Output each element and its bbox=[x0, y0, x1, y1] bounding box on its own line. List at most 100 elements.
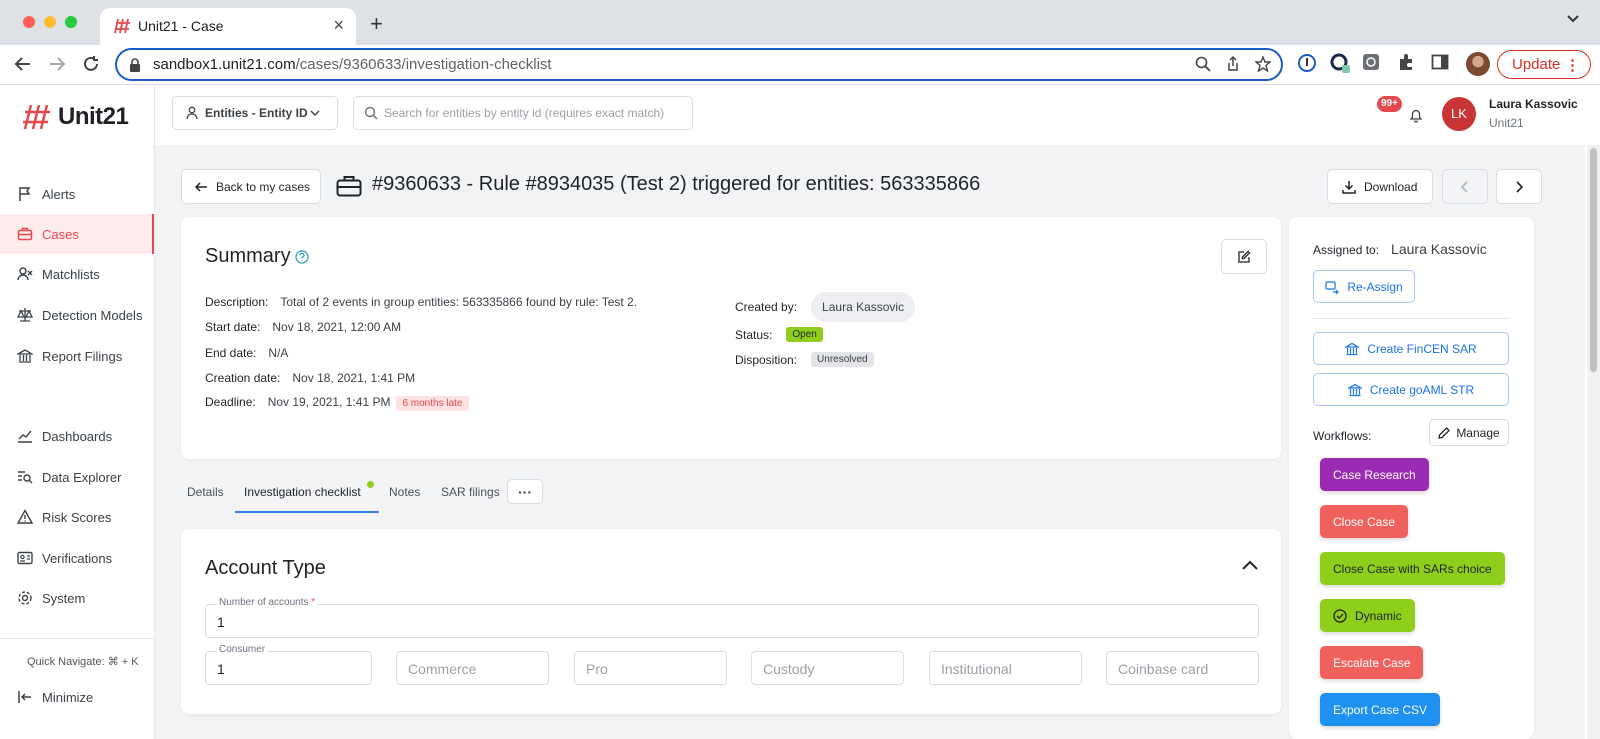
consumer-input[interactable] bbox=[217, 660, 366, 678]
tab-search-chevron-icon[interactable] bbox=[1566, 14, 1580, 24]
browser-tab[interactable]: Unit21 - Case × bbox=[100, 8, 356, 45]
bank-icon bbox=[17, 349, 33, 363]
back-arrow-icon[interactable] bbox=[14, 55, 32, 73]
chevron-up-icon[interactable] bbox=[1241, 559, 1259, 571]
workflow-escalate-case-button[interactable]: Escalate Case bbox=[1320, 646, 1424, 679]
zoom-icon[interactable] bbox=[1195, 56, 1211, 72]
entity-search-input[interactable] bbox=[384, 103, 684, 123]
tab-details[interactable]: Details bbox=[187, 485, 224, 499]
forward-arrow-icon[interactable] bbox=[48, 55, 66, 73]
institutional-input[interactable] bbox=[941, 660, 1077, 678]
lock-icon[interactable] bbox=[129, 58, 141, 72]
created-by-row: Created by: Laura Kassovic bbox=[735, 292, 916, 322]
sidebar-item-dashboards[interactable]: Dashboards bbox=[0, 416, 154, 456]
previous-case-button[interactable] bbox=[1442, 169, 1488, 204]
unit21-logo[interactable]: Unit21 bbox=[22, 103, 129, 131]
status-badge: Open bbox=[786, 327, 823, 342]
chevron-left-icon bbox=[1460, 180, 1468, 193]
tab-notes[interactable]: Notes bbox=[389, 485, 420, 499]
active-tab-indicator bbox=[235, 511, 379, 513]
edit-summary-button[interactable] bbox=[1221, 239, 1267, 274]
scale-icon bbox=[17, 308, 33, 322]
minimize-window-button[interactable] bbox=[44, 16, 56, 28]
coinbase-card-input[interactable] bbox=[1118, 660, 1254, 678]
flag-icon bbox=[19, 187, 31, 201]
chart-line-icon bbox=[18, 430, 32, 443]
extension-grey-icon[interactable] bbox=[1362, 53, 1380, 71]
close-window-button[interactable] bbox=[23, 16, 35, 28]
user-name[interactable]: Laura Kassovic bbox=[1489, 97, 1578, 111]
side-panel-icon[interactable] bbox=[1431, 53, 1449, 71]
user-avatar[interactable]: LK bbox=[1442, 97, 1476, 131]
update-browser-button[interactable]: Update ⋮ bbox=[1497, 50, 1591, 79]
commerce-input[interactable] bbox=[408, 660, 544, 678]
sidebar-item-system[interactable]: System bbox=[0, 578, 154, 618]
manage-workflows-button[interactable]: Manage bbox=[1429, 419, 1509, 446]
workflow-close-case-button[interactable]: Close Case bbox=[1320, 505, 1409, 538]
create-goaml-str-button[interactable]: Create goAML STR bbox=[1313, 373, 1509, 406]
extension-1password-icon[interactable] bbox=[1297, 53, 1317, 73]
workflow-export-csv-button[interactable]: Export Case CSV bbox=[1320, 693, 1441, 726]
status-row: Status: Open bbox=[735, 327, 823, 342]
entity-type-dropdown[interactable]: Entities - Entity ID bbox=[172, 96, 338, 130]
zoom-window-button[interactable] bbox=[65, 16, 77, 28]
sidebar-item-cases[interactable]: Cases bbox=[0, 214, 154, 254]
edit-icon bbox=[1238, 250, 1251, 263]
id-card-icon bbox=[17, 551, 33, 565]
page-scrollbar[interactable] bbox=[1587, 145, 1600, 739]
tab-sar-filings[interactable]: SAR filings bbox=[441, 485, 500, 499]
sidebar-item-alerts[interactable]: Alerts bbox=[0, 174, 154, 214]
bookmark-star-icon[interactable] bbox=[1255, 56, 1271, 72]
extensions-puzzle-icon[interactable] bbox=[1397, 53, 1415, 71]
address-bar[interactable]: sandbox1.unit21.com/cases/9360633/invest… bbox=[115, 48, 1283, 81]
late-badge: 6 months late bbox=[396, 396, 469, 411]
new-tab-button[interactable]: + bbox=[370, 11, 383, 37]
sidebar-item-matchlists[interactable]: Matchlists bbox=[0, 254, 154, 294]
more-tabs-button[interactable]: ··· bbox=[507, 479, 543, 504]
workflow-case-research-button[interactable]: Case Research bbox=[1320, 458, 1429, 491]
start-date-row: Start date: Nov 18, 2021, 12:00 AM bbox=[205, 320, 402, 334]
chevron-right-icon bbox=[1516, 180, 1524, 193]
back-to-cases-button[interactable]: Back to my cases bbox=[181, 169, 321, 204]
bank-icon bbox=[1345, 342, 1360, 355]
quick-navigate-hint: Quick Navigate: ⌘ + K bbox=[27, 656, 139, 668]
extension-circle-icon[interactable] bbox=[1330, 53, 1350, 73]
close-tab-icon[interactable]: × bbox=[333, 15, 344, 36]
sidebar-item-data-explorer[interactable]: Data Explorer bbox=[0, 457, 154, 497]
disposition-badge: Unresolved bbox=[811, 352, 874, 367]
custody-input[interactable] bbox=[763, 660, 899, 678]
tab-investigation-checklist[interactable]: Investigation checklist bbox=[244, 485, 361, 499]
notifications-badge[interactable]: 99+ bbox=[1377, 96, 1402, 112]
share-icon[interactable] bbox=[1225, 56, 1241, 72]
pro-input[interactable] bbox=[586, 660, 722, 678]
sidebar-item-report-filings[interactable]: Report Filings bbox=[0, 336, 154, 376]
sidebar-item-verifications[interactable]: Verifications bbox=[0, 538, 154, 578]
sidebar-item-detection-models[interactable]: Detection Models bbox=[0, 295, 154, 335]
sidebar-minimize-button[interactable]: Minimize bbox=[0, 677, 154, 717]
workflow-dynamic-button[interactable]: Dynamic bbox=[1320, 599, 1415, 632]
workflows-label: Workflows: bbox=[1313, 429, 1372, 443]
url-text[interactable]: sandbox1.unit21.com/cases/9360633/invest… bbox=[153, 56, 552, 73]
consumer-field: Consumer bbox=[205, 644, 372, 685]
unit21-logo-icon bbox=[23, 104, 50, 130]
bell-icon[interactable] bbox=[1408, 107, 1424, 123]
pro-field bbox=[574, 651, 727, 685]
scrollbar-thumb[interactable] bbox=[1590, 148, 1597, 372]
checklist-indicator-dot bbox=[367, 481, 374, 488]
workflow-close-case-sars-button[interactable]: Close Case with SARs choice bbox=[1320, 552, 1505, 585]
number-of-accounts-input[interactable] bbox=[217, 613, 1164, 631]
help-circle-icon[interactable] bbox=[295, 250, 309, 264]
create-fincen-sar-button[interactable]: Create FinCEN SAR bbox=[1313, 332, 1509, 365]
user-org: Unit21 bbox=[1489, 116, 1524, 130]
download-button[interactable]: Download bbox=[1327, 169, 1433, 204]
download-icon bbox=[1342, 180, 1356, 194]
browser-tab-title: Unit21 - Case bbox=[138, 18, 224, 34]
institutional-field bbox=[929, 651, 1082, 685]
summary-card: Summary Description: Total of 2 events in… bbox=[181, 217, 1281, 459]
reload-icon[interactable] bbox=[82, 55, 100, 73]
search-list-icon bbox=[18, 471, 33, 484]
next-case-button[interactable] bbox=[1496, 169, 1542, 204]
profile-avatar[interactable] bbox=[1466, 52, 1490, 76]
sidebar-item-risk-scores[interactable]: Risk Scores bbox=[0, 497, 154, 537]
reassign-button[interactable]: Re-Assign bbox=[1313, 270, 1415, 303]
